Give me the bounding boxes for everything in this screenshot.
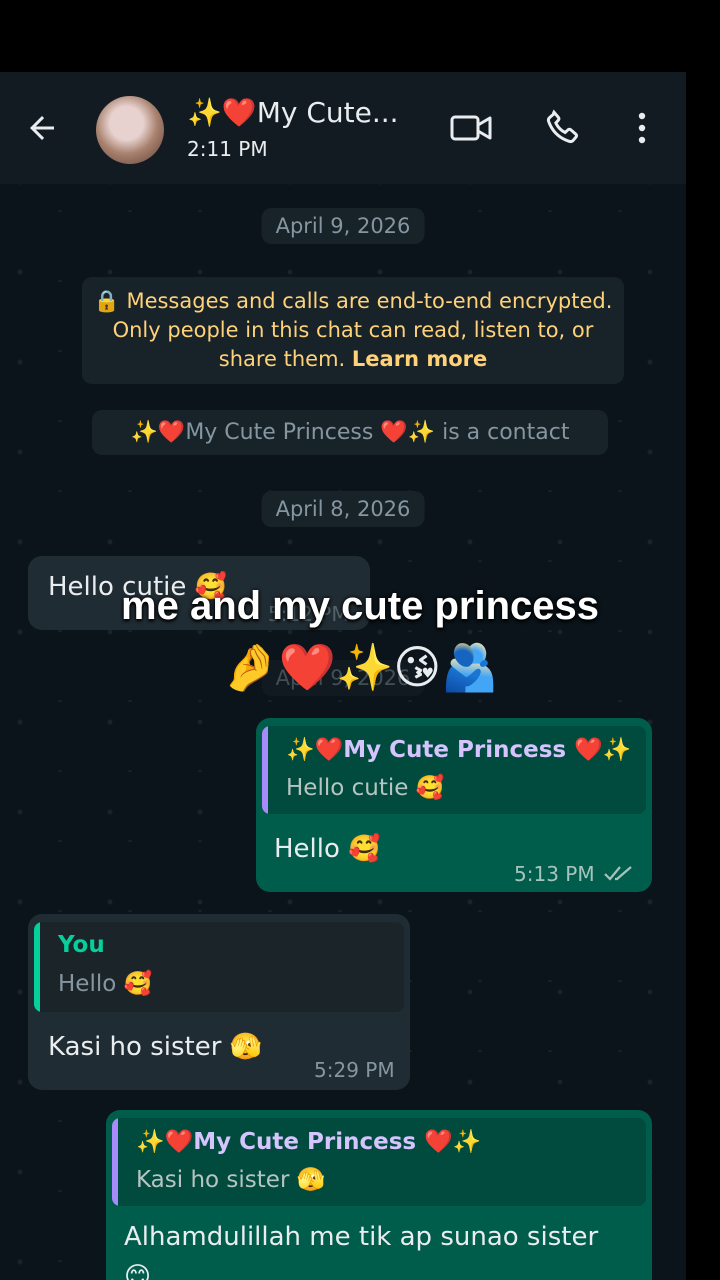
- more-options-icon[interactable]: [630, 108, 654, 148]
- contact-avatar[interactable]: [96, 96, 164, 164]
- quote-bar: [34, 922, 40, 1012]
- quote-text: Hello cutie 🥰: [286, 775, 445, 801]
- chat-header: ✨❤️My Cute... 2:11 PM: [0, 72, 686, 184]
- quote-sender: ✨❤️My Cute Princess ❤️✨: [286, 737, 632, 763]
- video-call-icon[interactable]: [450, 112, 492, 144]
- message-bubble-outgoing[interactable]: ✨❤️My Cute Princess ❤️✨ Hello cutie 🥰 He…: [256, 718, 652, 892]
- message-time: 5:13 PM: [514, 862, 595, 886]
- quote-sender: ✨❤️My Cute Princess ❤️✨: [136, 1129, 482, 1155]
- read-ticks-icon: [604, 866, 632, 881]
- caption-emojis: 🤌❤️✨😘🫂: [221, 640, 499, 694]
- message-bubble-outgoing[interactable]: ✨❤️My Cute Princess ❤️✨ Kasi ho sister 🫣…: [106, 1110, 652, 1280]
- message-bubble-incoming[interactable]: You Hello 🥰 Kasi ho sister 🫣 5:29 PM: [28, 914, 410, 1090]
- last-seen-status: 2:11 PM: [187, 137, 268, 161]
- contact-notice: ✨❤️My Cute Princess ❤️✨ is a contact: [92, 410, 608, 455]
- quote-bar: [112, 1118, 118, 1206]
- message-text: Alhamdulillah me tik ap sunao sister: [124, 1222, 599, 1252]
- reply-quote[interactable]: You Hello 🥰: [34, 922, 404, 1012]
- voice-call-icon[interactable]: [543, 108, 583, 148]
- video-caption: me and my cute princess: [121, 584, 599, 628]
- encryption-notice[interactable]: 🔒 Messages and calls are end-to-end encr…: [82, 277, 624, 384]
- message-text: Hello 🥰: [274, 834, 381, 864]
- message-time: 5:29 PM: [314, 1058, 395, 1082]
- reply-quote[interactable]: ✨❤️My Cute Princess ❤️✨ Hello cutie 🥰: [262, 726, 646, 814]
- back-arrow-icon[interactable]: [24, 110, 60, 146]
- date-separator: April 9, 2026: [261, 208, 425, 244]
- contact-name[interactable]: ✨❤️My Cute...: [187, 96, 399, 129]
- quote-text: Hello 🥰: [58, 971, 153, 997]
- quote-sender: You: [58, 932, 105, 958]
- message-emoji: 😊: [124, 1262, 152, 1280]
- message-text: Kasi ho sister 🫣: [48, 1032, 263, 1062]
- date-separator: April 8, 2026: [261, 491, 425, 527]
- quote-bar: [262, 726, 268, 814]
- quote-text: Kasi ho sister 🫣: [136, 1167, 326, 1193]
- learn-more-link[interactable]: Learn more: [352, 347, 487, 371]
- reply-quote[interactable]: ✨❤️My Cute Princess ❤️✨ Kasi ho sister 🫣: [112, 1118, 646, 1206]
